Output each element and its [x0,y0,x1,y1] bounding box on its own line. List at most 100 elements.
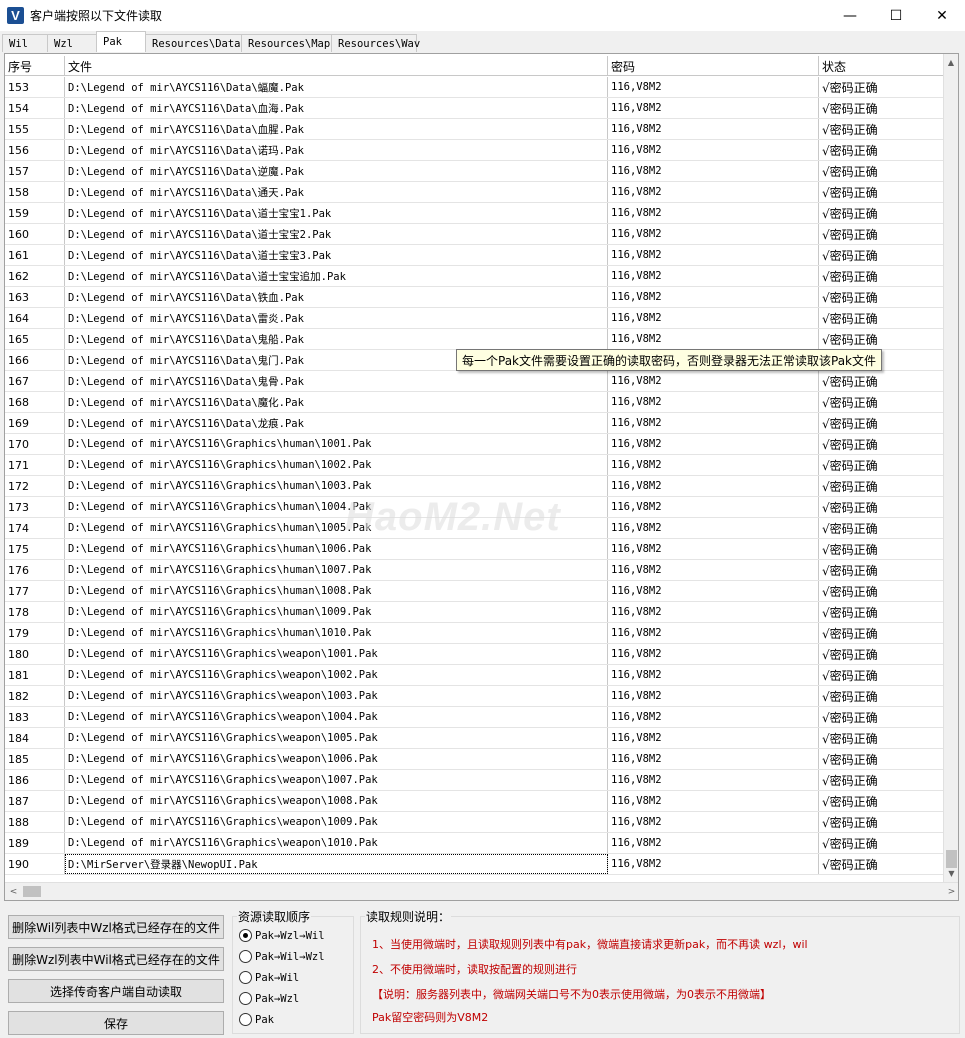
table-row[interactable]: 186 D:\Legend of mir\AYCS116\Graphics\wea… [5,770,945,791]
radio-unchecked-icon[interactable] [239,971,252,984]
maximize-button[interactable]: ☐ [873,0,919,31]
row-password[interactable]: 116,V8M2 [608,266,819,286]
table-row[interactable]: 171 D:\Legend of mir\AYCS116\Graphics\hum… [5,455,945,476]
table-row[interactable]: 172 D:\Legend of mir\AYCS116\Graphics\hum… [5,476,945,497]
table-row[interactable]: 155 D:\Legend of mir\AYCS116\Data\血腥.Pak 1… [5,119,945,140]
row-file[interactable]: D:\Legend of mir\AYCS116\Data\蝠魔.Pak [65,77,608,97]
row-password[interactable]: 116,V8M2 [608,749,819,769]
save-button[interactable]: 保存 [8,1011,224,1035]
row-password[interactable]: 116,V8M2 [608,539,819,559]
table-row[interactable]: 170 D:\Legend of mir\AYCS116\Graphics\hum… [5,434,945,455]
row-password[interactable]: 116,V8M2 [608,518,819,538]
table-row[interactable]: 178 D:\Legend of mir\AYCS116\Graphics\hum… [5,602,945,623]
row-password[interactable]: 116,V8M2 [608,728,819,748]
row-password[interactable]: 116,V8M2 [608,665,819,685]
header-seq[interactable]: 序号 [5,56,65,76]
row-password[interactable]: 116,V8M2 [608,98,819,118]
tab-wil[interactable]: Wil [2,34,48,52]
row-password[interactable]: 116,V8M2 [608,203,819,223]
row-file[interactable]: D:\Legend of mir\AYCS116\Graphics\human\… [65,623,608,643]
table-row[interactable]: 156 D:\Legend of mir\AYCS116\Data\诺玛.Pak 1… [5,140,945,161]
row-password[interactable]: 116,V8M2 [608,413,819,433]
read-order-option[interactable]: Pak [239,1013,274,1026]
row-password[interactable]: 116,V8M2 [608,140,819,160]
table-row[interactable]: 165 D:\Legend of mir\AYCS116\Data\鬼船.Pak 1… [5,329,945,350]
row-file[interactable]: D:\Legend of mir\AYCS116\Data\道士宝宝1.Pak [65,203,608,223]
row-password[interactable]: 116,V8M2 [608,707,819,727]
row-file[interactable]: D:\Legend of mir\AYCS116\Graphics\weapon… [65,749,608,769]
row-password[interactable]: 116,V8M2 [608,581,819,601]
vertical-scrollbar[interactable]: ▲ ▼ [943,54,958,882]
table-row[interactable]: 176 D:\Legend of mir\AYCS116\Graphics\hum… [5,560,945,581]
table-row[interactable]: 187 D:\Legend of mir\AYCS116\Graphics\wea… [5,791,945,812]
row-file[interactable]: D:\Legend of mir\AYCS116\Graphics\human\… [65,602,608,622]
row-file[interactable]: D:\MirServer\登录器\NewopUI.Pak [65,854,608,874]
row-password[interactable]: 116,V8M2 [608,392,819,412]
table-row[interactable]: 164 D:\Legend of mir\AYCS116\Data\雷炎.Pak 1… [5,308,945,329]
table-row[interactable]: 161 D:\Legend of mir\AYCS116\Data\道士宝宝3.P… [5,245,945,266]
row-file[interactable]: D:\Legend of mir\AYCS116\Data\鬼骨.Pak [65,371,608,391]
table-row[interactable]: 188 D:\Legend of mir\AYCS116\Graphics\wea… [5,812,945,833]
read-order-option[interactable]: Pak→Wil→Wzl [239,950,325,963]
horizontal-scrollbar[interactable]: < > [5,882,958,900]
row-file[interactable]: D:\Legend of mir\AYCS116\Data\雷炎.Pak [65,308,608,328]
tab-pak[interactable]: Pak [96,31,146,52]
row-file[interactable]: D:\Legend of mir\AYCS116\Data\血海.Pak [65,98,608,118]
table-row[interactable]: 182 D:\Legend of mir\AYCS116\Graphics\wea… [5,686,945,707]
table-row[interactable]: 159 D:\Legend of mir\AYCS116\Data\道士宝宝1.P… [5,203,945,224]
row-file[interactable]: D:\Legend of mir\AYCS116\Data\通天.Pak [65,182,608,202]
tab-resources-map[interactable]: Resources\Map [241,34,332,52]
header-file[interactable]: 文件 [65,56,608,76]
radio-unchecked-icon[interactable] [239,992,252,1005]
row-password[interactable]: 116,V8M2 [608,161,819,181]
radio-unchecked-icon[interactable] [239,1013,252,1026]
row-password[interactable]: 116,V8M2 [608,602,819,622]
row-file[interactable]: D:\Legend of mir\AYCS116\Data\逆魔.Pak [65,161,608,181]
delete-wil-duplicates-button[interactable]: 删除Wil列表中Wzl格式已经存在的文件 [8,915,224,939]
row-password[interactable]: 116,V8M2 [608,560,819,580]
row-password[interactable]: 116,V8M2 [608,812,819,832]
row-password[interactable]: 116,V8M2 [608,770,819,790]
row-file[interactable]: D:\Legend of mir\AYCS116\Graphics\weapon… [65,728,608,748]
row-file[interactable]: D:\Legend of mir\AYCS116\Data\铁血.Pak [65,287,608,307]
row-file[interactable]: D:\Legend of mir\AYCS116\Graphics\human\… [65,455,608,475]
row-password[interactable]: 116,V8M2 [608,476,819,496]
table-row[interactable]: 157 D:\Legend of mir\AYCS116\Data\逆魔.Pak 1… [5,161,945,182]
row-password[interactable]: 116,V8M2 [608,854,819,874]
row-file[interactable]: D:\Legend of mir\AYCS116\Graphics\human\… [65,518,608,538]
row-file[interactable]: D:\Legend of mir\AYCS116\Data\血腥.Pak [65,119,608,139]
table-row[interactable]: 189 D:\Legend of mir\AYCS116\Graphics\wea… [5,833,945,854]
table-row[interactable]: 169 D:\Legend of mir\AYCS116\Data\龙痕.Pak 1… [5,413,945,434]
row-file[interactable]: D:\Legend of mir\AYCS116\Data\道士宝宝2.Pak [65,224,608,244]
row-file[interactable]: D:\Legend of mir\AYCS116\Graphics\weapon… [65,644,608,664]
scroll-down-icon[interactable]: ▼ [944,865,958,882]
row-file[interactable]: D:\Legend of mir\AYCS116\Data\道士宝宝追加.Pak [65,266,608,286]
table-row[interactable]: 160 D:\Legend of mir\AYCS116\Data\道士宝宝2.P… [5,224,945,245]
row-file[interactable]: D:\Legend of mir\AYCS116\Graphics\weapon… [65,665,608,685]
tab-wzl[interactable]: Wzl [47,34,97,52]
table-row[interactable]: 183 D:\Legend of mir\AYCS116\Graphics\wea… [5,707,945,728]
table-row[interactable]: 181 D:\Legend of mir\AYCS116\Graphics\wea… [5,665,945,686]
delete-wzl-duplicates-button[interactable]: 删除Wzl列表中Wil格式已经存在的文件 [8,947,224,971]
table-row[interactable]: 162 D:\Legend of mir\AYCS116\Data\道士宝宝追加.… [5,266,945,287]
radio-checked-icon[interactable] [239,929,252,942]
row-password[interactable]: 116,V8M2 [608,329,819,349]
table-row[interactable]: 173 D:\Legend of mir\AYCS116\Graphics\hum… [5,497,945,518]
table-row[interactable]: 174 D:\Legend of mir\AYCS116\Graphics\hum… [5,518,945,539]
row-password[interactable]: 116,V8M2 [608,791,819,811]
read-order-option[interactable]: Pak→Wil [239,971,299,984]
row-password[interactable]: 116,V8M2 [608,686,819,706]
row-password[interactable]: 116,V8M2 [608,455,819,475]
table-row[interactable]: 167 D:\Legend of mir\AYCS116\Data\鬼骨.Pak 1… [5,371,945,392]
row-password[interactable]: 116,V8M2 [608,644,819,664]
row-file[interactable]: D:\Legend of mir\AYCS116\Graphics\weapon… [65,791,608,811]
row-password[interactable]: 116,V8M2 [608,833,819,853]
scroll-up-icon[interactable]: ▲ [944,54,958,71]
radio-unchecked-icon[interactable] [239,950,252,963]
pak-file-grid[interactable]: 序号 文件 密码 状态 153 D:\Legend of mir\AYCS116\… [4,53,959,901]
table-row[interactable]: 190 D:\MirServer\登录器\NewopUI.Pak 116,V8M2 √… [5,854,945,875]
row-file[interactable]: D:\Legend of mir\AYCS116\Graphics\human\… [65,560,608,580]
row-password[interactable]: 116,V8M2 [608,371,819,391]
row-file[interactable]: D:\Legend of mir\AYCS116\Graphics\human\… [65,497,608,517]
row-file[interactable]: D:\Legend of mir\AYCS116\Data\诺玛.Pak [65,140,608,160]
